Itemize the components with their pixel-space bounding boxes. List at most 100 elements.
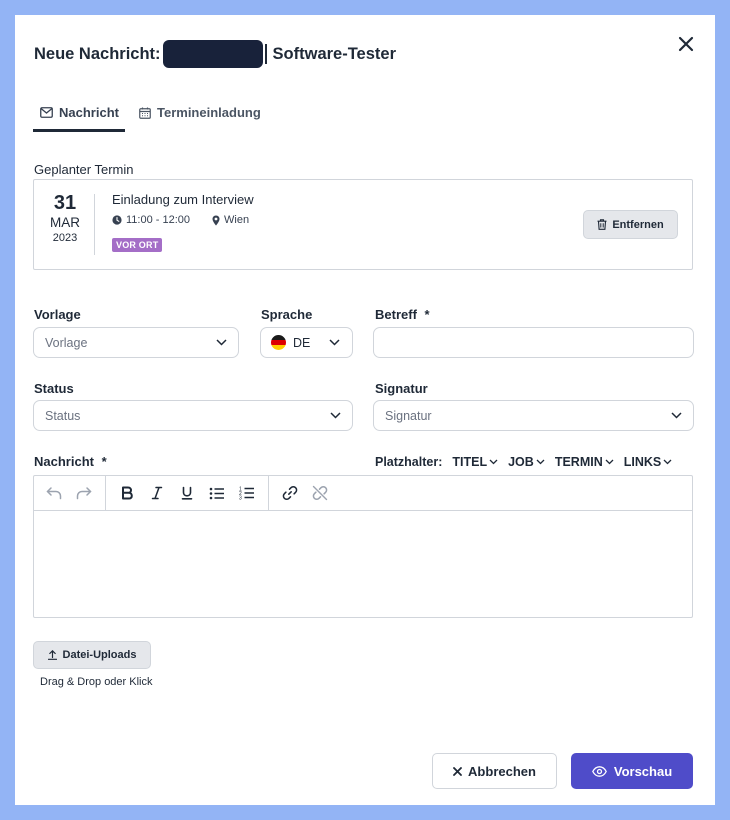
title-separator	[264, 44, 267, 64]
tab-label: Termineinladung	[157, 105, 261, 120]
preview-label: Vorschau	[613, 763, 673, 779]
appointment-date: 31 MAR 2023	[34, 192, 96, 244]
placeholder-item-label: TERMIN	[554, 455, 603, 469]
placeholder-links[interactable]: LINKS	[624, 455, 673, 469]
appointment-location: Wien	[224, 214, 250, 226]
location-pin-icon	[212, 215, 220, 225]
message-body-area[interactable]	[34, 511, 692, 618]
placeholder-job[interactable]: JOB	[508, 455, 545, 469]
germany-flag-icon	[271, 335, 286, 350]
tab-termineinladung[interactable]: Termineinladung	[139, 105, 261, 120]
toolbar-separator	[268, 475, 269, 511]
signature-placeholder: Signatur	[385, 408, 432, 423]
close-button[interactable]	[675, 33, 697, 55]
template-label: Vorlage	[34, 307, 81, 322]
bullet-list-button[interactable]	[202, 479, 232, 507]
language-value: DE	[293, 335, 311, 350]
appointment-card: 31 MAR 2023 Einladung zum Interview 11:0…	[33, 179, 693, 270]
active-tab-indicator	[33, 129, 125, 132]
chevron-down-icon	[329, 339, 340, 346]
title-suffix: Software-Tester	[272, 44, 397, 63]
placeholder-item-label: TITEL	[452, 455, 488, 469]
underline-icon	[181, 486, 193, 500]
title-prefix: Neue Nachricht:	[34, 44, 161, 63]
editor-toolbar: 123	[34, 475, 692, 511]
italic-button[interactable]	[142, 479, 172, 507]
bold-button[interactable]	[112, 479, 142, 507]
message-editor: 123	[33, 475, 693, 618]
status-select[interactable]: Status	[33, 400, 353, 431]
placeholder-termin[interactable]: TERMIN	[555, 455, 614, 469]
close-icon	[678, 36, 694, 52]
status-label: Status	[34, 381, 74, 396]
status-placeholder: Status	[45, 408, 81, 423]
numbered-list-icon: 123	[239, 487, 254, 501]
calendar-icon	[139, 107, 151, 119]
bold-icon	[122, 486, 133, 500]
placeholder-item-label: LINKS	[623, 455, 662, 469]
trash-icon	[597, 219, 607, 230]
tab-nachricht[interactable]: Nachricht	[40, 105, 119, 120]
clock-icon	[112, 215, 122, 225]
signature-select[interactable]: Signatur	[373, 400, 694, 431]
link-button[interactable]	[275, 479, 305, 507]
appointment-time: 11:00 - 12:00	[126, 214, 191, 226]
mail-icon	[40, 107, 53, 118]
date-year: 2023	[52, 232, 78, 244]
placeholder-label: Platzhalter:	[375, 455, 443, 469]
numbered-list-button[interactable]: 123	[232, 479, 262, 507]
tab-label: Nachricht	[59, 105, 119, 120]
placeholder-titel[interactable]: TITEL	[452, 455, 498, 469]
chevron-down-icon	[216, 339, 227, 346]
language-value-wrap: DE	[271, 335, 310, 350]
appointment-section-label: Geplanter Termin	[34, 162, 134, 177]
upload-hint: Drag & Drop oder Klick	[40, 676, 153, 688]
language-label: Sprache	[261, 307, 313, 322]
date-day: 31	[53, 192, 77, 214]
date-month: MAR	[50, 215, 80, 230]
chevron-down-icon	[663, 459, 672, 465]
remove-label: Entfernen	[612, 218, 664, 231]
appointment-meta: 11:00 - 12:00 Wien	[112, 214, 249, 226]
template-select[interactable]: Vorlage	[33, 327, 239, 358]
appointment-title: Einladung zum Interview	[112, 192, 254, 207]
chevron-down-icon	[605, 459, 614, 465]
preview-button[interactable]: Vorschau	[571, 753, 693, 789]
subject-label-text: Betreff	[375, 307, 417, 322]
required-mark: *	[101, 454, 107, 469]
italic-icon	[151, 486, 163, 500]
remove-appointment-button[interactable]: Entfernen	[583, 210, 678, 239]
upload-icon	[47, 650, 57, 660]
svg-text:3: 3	[239, 496, 242, 501]
redo-button[interactable]	[69, 479, 99, 507]
chevron-down-icon	[330, 412, 341, 419]
chevron-down-icon	[671, 412, 682, 419]
status-badge: VOR ORT	[112, 238, 163, 252]
file-upload-button[interactable]: Datei-Uploads	[33, 641, 151, 669]
chevron-down-icon	[536, 459, 545, 465]
underline-button[interactable]	[172, 479, 202, 507]
signature-label: Signatur	[375, 381, 428, 396]
unlink-icon	[312, 485, 328, 501]
card-divider	[94, 194, 95, 255]
subject-input[interactable]	[373, 327, 694, 358]
redo-icon	[76, 487, 92, 500]
close-icon	[453, 766, 462, 776]
chevron-down-icon	[489, 459, 498, 465]
unlink-button[interactable]	[305, 479, 335, 507]
toolbar-separator	[105, 475, 106, 511]
link-icon	[282, 485, 298, 501]
placeholder-item-label: JOB	[508, 455, 534, 469]
redacted-name	[162, 40, 263, 68]
cancel-button[interactable]: Abbrechen	[432, 753, 557, 789]
language-select[interactable]: DE	[260, 327, 353, 358]
dialog-title: Neue Nachricht: Software-Tester	[34, 40, 396, 68]
undo-button[interactable]	[39, 479, 69, 507]
subject-label: Betreff *	[375, 307, 430, 322]
undo-icon	[46, 487, 62, 500]
required-mark: *	[424, 307, 430, 322]
message-dialog: Neue Nachricht: Software-Tester Nachrich…	[15, 15, 715, 805]
cancel-label: Abbrechen	[468, 763, 536, 779]
bullet-list-icon	[209, 487, 224, 499]
message-label: Nachricht *	[34, 454, 107, 469]
